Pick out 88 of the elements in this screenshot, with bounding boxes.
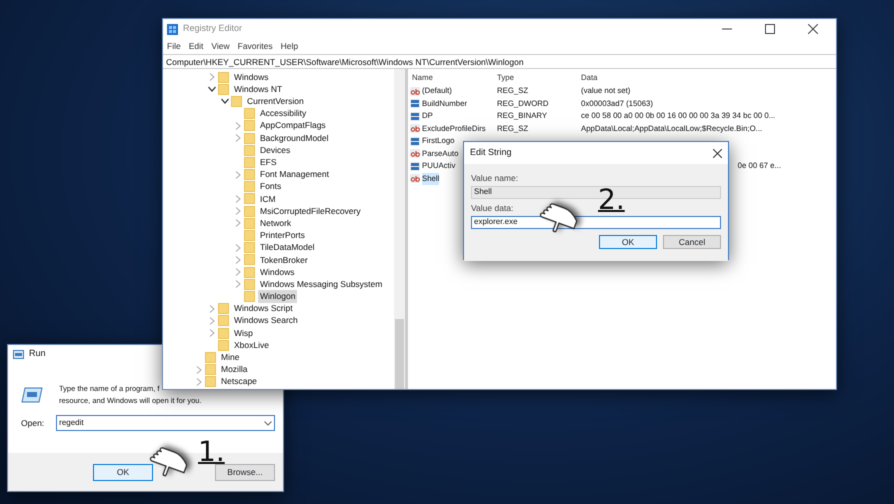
tree-item[interactable]: Windows Script — [232, 302, 295, 316]
registry-app-icon — [167, 24, 178, 34]
scrollbar[interactable] — [394, 69, 405, 389]
tree-item[interactable]: AppCompatFlags — [258, 119, 328, 132]
tree-item[interactable]: Mozilla — [219, 363, 250, 376]
close-icon[interactable] — [808, 24, 818, 34]
run-program-icon — [21, 386, 43, 404]
folder-icon — [205, 364, 216, 376]
tree-item[interactable]: XboxLive — [232, 338, 271, 352]
tree-item[interactable]: TokenBroker — [258, 254, 310, 266]
scrollbar-thumb[interactable] — [395, 319, 404, 389]
window-title: Registry Editor — [183, 22, 242, 36]
binary-value-icon — [410, 99, 420, 108]
folder-icon — [205, 376, 216, 388]
folder-icon — [244, 156, 255, 168]
folder-icon — [244, 193, 255, 204]
folder-icon — [244, 169, 255, 180]
tree-item[interactable]: Accessibility — [258, 107, 308, 120]
folder-icon — [244, 132, 255, 144]
folder-icon — [231, 96, 242, 107]
tree-item[interactable]: Wisp — [232, 326, 255, 340]
string-value-icon — [410, 124, 420, 134]
tree-item[interactable]: MsiCorruptedFileRecovery — [258, 204, 363, 218]
binary-value-icon — [410, 112, 420, 121]
tree-item[interactable]: Winlogon — [258, 290, 298, 303]
dialog-button[interactable]: Browse... — [215, 464, 275, 480]
folder-icon — [244, 230, 255, 242]
folder-icon — [244, 218, 255, 229]
menu-item[interactable]: File — [167, 40, 181, 53]
tree-item[interactable]: Devices — [258, 144, 292, 157]
folder-icon — [244, 144, 255, 156]
folder-icon — [218, 315, 229, 326]
tree-item[interactable]: Fonts — [258, 180, 284, 194]
folder-icon — [205, 352, 216, 363]
field-label: Value name: — [471, 172, 520, 185]
folder-icon — [218, 340, 229, 351]
tree-item[interactable]: Windows — [258, 266, 296, 278]
binary-value-icon — [410, 136, 420, 146]
binary-value-icon — [410, 162, 420, 171]
menu-item[interactable]: View — [211, 40, 230, 53]
tree-item[interactable]: Windows NT — [232, 82, 284, 96]
string-value-icon — [410, 149, 420, 158]
address-bar[interactable]: Computer\HKEY_CURRENT_USER\Software\Microsoft\Windows NT\CurrentVersion\Winlogon — [163, 54, 836, 69]
dialog-button[interactable]: Cancel — [663, 234, 721, 248]
tree-item[interactable]: Netscape — [219, 375, 259, 388]
tree-item[interactable]: Windows Messaging Subsystem — [258, 278, 384, 291]
folder-icon — [218, 72, 229, 83]
tree-item[interactable]: PrinterPorts — [258, 229, 307, 242]
folder-icon — [244, 206, 255, 217]
tree-item[interactable]: ICM — [258, 192, 278, 206]
tree-item[interactable]: TileDataModel — [258, 241, 316, 254]
field-label: Open: — [21, 416, 44, 430]
tree-item[interactable]: BackgroundModel — [258, 132, 331, 144]
folder-icon — [218, 84, 229, 95]
tree-item[interactable]: Windows — [232, 70, 270, 84]
dialog-title: Edit String — [470, 146, 512, 160]
folder-icon — [244, 120, 255, 132]
folder-icon — [244, 278, 255, 290]
menu-item[interactable]: Favorites — [238, 40, 273, 53]
field-label: Value data: — [471, 202, 514, 214]
tree-item[interactable]: Font Management — [258, 168, 331, 181]
close-icon[interactable] — [713, 148, 722, 158]
tree-item[interactable]: Mine — [219, 351, 242, 364]
folder-icon — [244, 181, 255, 192]
dialog-title: Run — [29, 347, 46, 360]
menu-item[interactable]: Edit — [188, 40, 204, 53]
folder-icon — [218, 328, 229, 339]
folder-icon — [244, 108, 255, 120]
maximize-icon[interactable] — [765, 24, 775, 34]
tree-item[interactable]: CurrentVersion — [245, 95, 306, 108]
dialog-button[interactable]: OK — [93, 464, 153, 480]
tree-item[interactable]: Windows Search — [232, 314, 300, 328]
folder-icon — [244, 290, 255, 302]
dropdown-caret-icon[interactable] — [264, 420, 272, 426]
folder-icon — [244, 242, 255, 254]
folder-icon — [244, 266, 255, 278]
run-app-icon — [13, 350, 24, 358]
value-data-field[interactable]: explorer.exe — [471, 216, 721, 228]
folder-icon — [218, 303, 229, 314]
folder-icon — [244, 254, 255, 266]
step-number: 1. — [198, 438, 225, 466]
menu-item[interactable]: Help — [280, 40, 298, 53]
tree-item[interactable]: EFS — [258, 156, 279, 169]
dialog-button[interactable]: OK — [599, 234, 657, 248]
open-combobox[interactable]: regedit — [56, 415, 275, 431]
string-value-icon — [410, 174, 420, 184]
string-value-icon — [410, 86, 420, 96]
tree-item[interactable]: Network — [258, 216, 294, 230]
